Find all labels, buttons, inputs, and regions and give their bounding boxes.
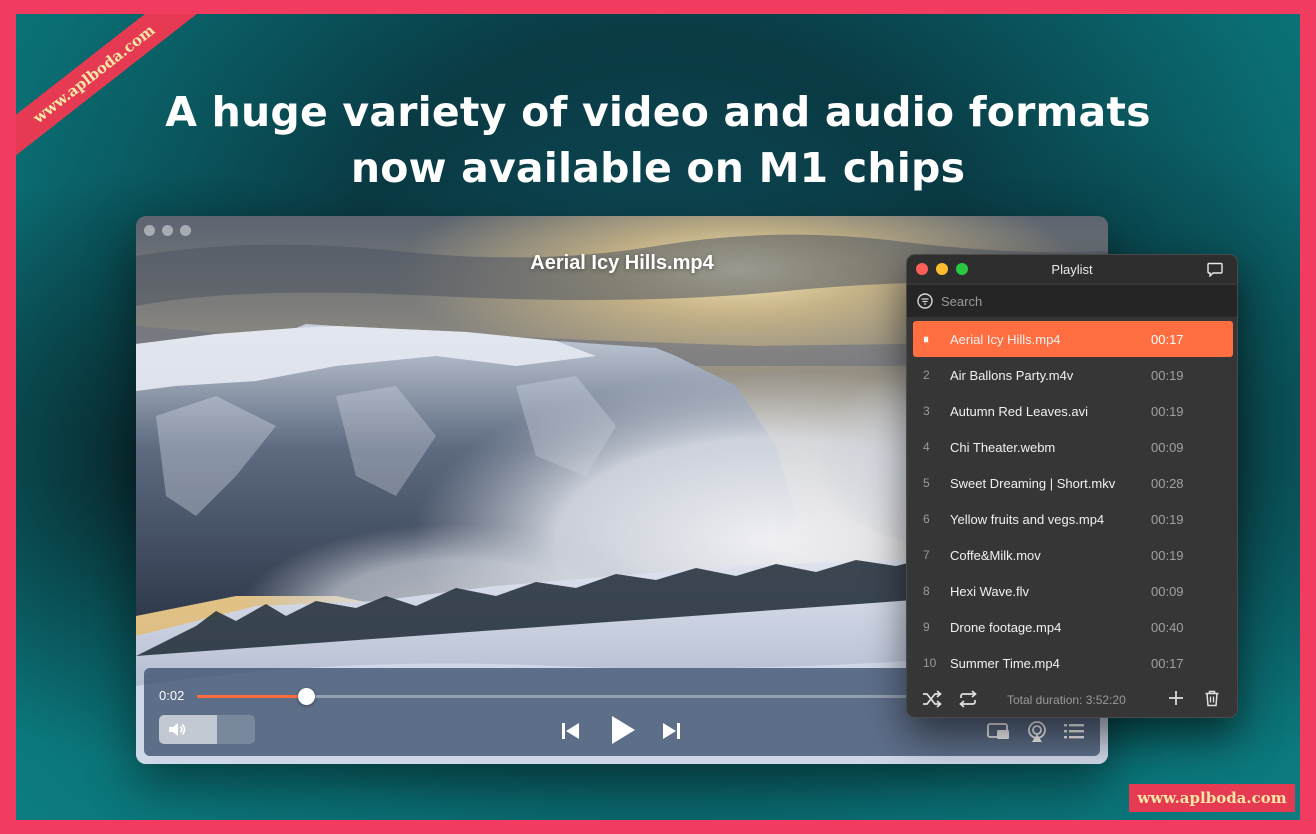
row-duration: 00:09 bbox=[1151, 584, 1184, 599]
airplay-icon[interactable] bbox=[1026, 721, 1048, 743]
playlist-row[interactable]: 6 Yellow fruits and vegs.mp4 00:19 bbox=[913, 501, 1233, 537]
search-input[interactable] bbox=[941, 291, 1221, 311]
playlist-row[interactable]: 7 Coffe&Milk.mov 00:19 bbox=[913, 537, 1233, 573]
seek-bar[interactable] bbox=[197, 688, 957, 705]
seek-knob[interactable] bbox=[297, 688, 315, 705]
row-number: 9 bbox=[923, 620, 930, 634]
row-title: Aerial Icy Hills.mp4 bbox=[950, 332, 1061, 347]
play-icon[interactable] bbox=[609, 714, 637, 746]
add-icon[interactable] bbox=[1168, 690, 1184, 706]
row-duration: 00:28 bbox=[1151, 476, 1184, 491]
playlist-search-bar bbox=[907, 285, 1237, 317]
skip-forward-icon[interactable] bbox=[661, 722, 681, 740]
row-number: 10 bbox=[923, 656, 937, 670]
headline-line-1: A huge variety of video and audio format… bbox=[165, 88, 1151, 136]
playlist-row[interactable]: ⏸ Aerial Icy Hills.mp4 00:17 bbox=[913, 321, 1233, 357]
current-time: 0:02 bbox=[159, 688, 185, 703]
headline-line-2: now available on M1 chips bbox=[350, 144, 966, 192]
row-number: 4 bbox=[923, 440, 930, 454]
playlist-row[interactable]: 3 Autumn Red Leaves.avi 00:19 bbox=[913, 393, 1233, 429]
row-number: 6 bbox=[923, 512, 930, 526]
row-number: 8 bbox=[923, 584, 930, 598]
row-duration: 00:19 bbox=[1151, 512, 1184, 527]
playlist-titlebar: Playlist bbox=[907, 255, 1237, 283]
speaker-icon bbox=[169, 723, 186, 736]
row-title: Sweet Dreaming | Short.mkv bbox=[950, 476, 1116, 491]
row-title: Drone footage.mp4 bbox=[950, 620, 1062, 635]
total-duration: Total duration: 3:52:20 bbox=[1007, 693, 1126, 707]
playlist-row[interactable]: 4 Chi Theater.webm 00:09 bbox=[913, 429, 1233, 465]
row-title: Autumn Red Leaves.avi bbox=[950, 404, 1089, 419]
row-number: 2 bbox=[923, 368, 930, 382]
row-number: 3 bbox=[923, 404, 930, 418]
row-title: Summer Time.mp4 bbox=[950, 656, 1060, 671]
row-title: Coffe&Milk.mov bbox=[950, 548, 1041, 563]
playlist-window: Playlist ⏸ Aerial Icy Hills.mp4 00:17 2 Air … bbox=[906, 254, 1238, 718]
row-duration: 00:17 bbox=[1151, 332, 1184, 347]
playlist-icon[interactable] bbox=[1063, 723, 1085, 739]
skip-back-icon[interactable] bbox=[561, 722, 581, 740]
seek-bar-fill bbox=[197, 695, 306, 698]
zoom-dot[interactable] bbox=[180, 225, 191, 236]
row-duration: 00:40 bbox=[1151, 620, 1184, 635]
row-duration: 00:19 bbox=[1151, 368, 1184, 383]
playlist-items: ⏸ Aerial Icy Hills.mp4 00:17 2 Air Ballons P… bbox=[913, 321, 1233, 681]
shuffle-icon[interactable] bbox=[922, 690, 942, 708]
playlist-footer: Total duration: 3:52:20 bbox=[907, 683, 1237, 717]
minimize-dot[interactable] bbox=[162, 225, 173, 236]
playlist-title: Playlist bbox=[1051, 262, 1093, 277]
row-duration: 00:17 bbox=[1151, 656, 1184, 671]
row-title: Air Ballons Party.m4v bbox=[950, 368, 1074, 383]
filter-icon[interactable] bbox=[917, 293, 933, 309]
background-stage: www.aplboda.com A huge variety of video … bbox=[16, 14, 1300, 820]
repeat-icon[interactable] bbox=[958, 690, 978, 708]
playlist-row[interactable]: 8 Hexi Wave.flv 00:09 bbox=[913, 573, 1233, 609]
pause-indicator-icon: ⏸ bbox=[923, 332, 930, 346]
row-number: 7 bbox=[923, 548, 930, 562]
playlist-row[interactable]: 2 Air Ballons Party.m4v 00:19 bbox=[913, 357, 1233, 393]
trash-icon[interactable] bbox=[1204, 690, 1220, 707]
close-dot[interactable] bbox=[144, 225, 155, 236]
row-duration: 00:19 bbox=[1151, 548, 1184, 563]
playlist-row[interactable]: 9 Drone footage.mp4 00:40 bbox=[913, 609, 1233, 645]
headline: A huge variety of video and audio format… bbox=[16, 84, 1300, 196]
watermark-corner: www.aplboda.com bbox=[1129, 784, 1295, 812]
volume-slider[interactable] bbox=[159, 715, 255, 744]
row-title: Yellow fruits and vegs.mp4 bbox=[950, 512, 1105, 527]
playlist-row[interactable]: 10 Summer Time.mp4 00:17 bbox=[913, 645, 1233, 681]
row-duration: 00:09 bbox=[1151, 440, 1184, 455]
window-controls-inactive bbox=[144, 225, 191, 236]
row-title: Hexi Wave.flv bbox=[950, 584, 1029, 599]
subtitles-icon[interactable] bbox=[1207, 262, 1223, 277]
row-duration: 00:19 bbox=[1151, 404, 1184, 419]
row-title: Chi Theater.webm bbox=[950, 440, 1056, 455]
playlist-row[interactable]: 5 Sweet Dreaming | Short.mkv 00:28 bbox=[913, 465, 1233, 501]
picture-in-picture-icon[interactable] bbox=[987, 723, 1011, 741]
row-number: 5 bbox=[923, 476, 930, 490]
